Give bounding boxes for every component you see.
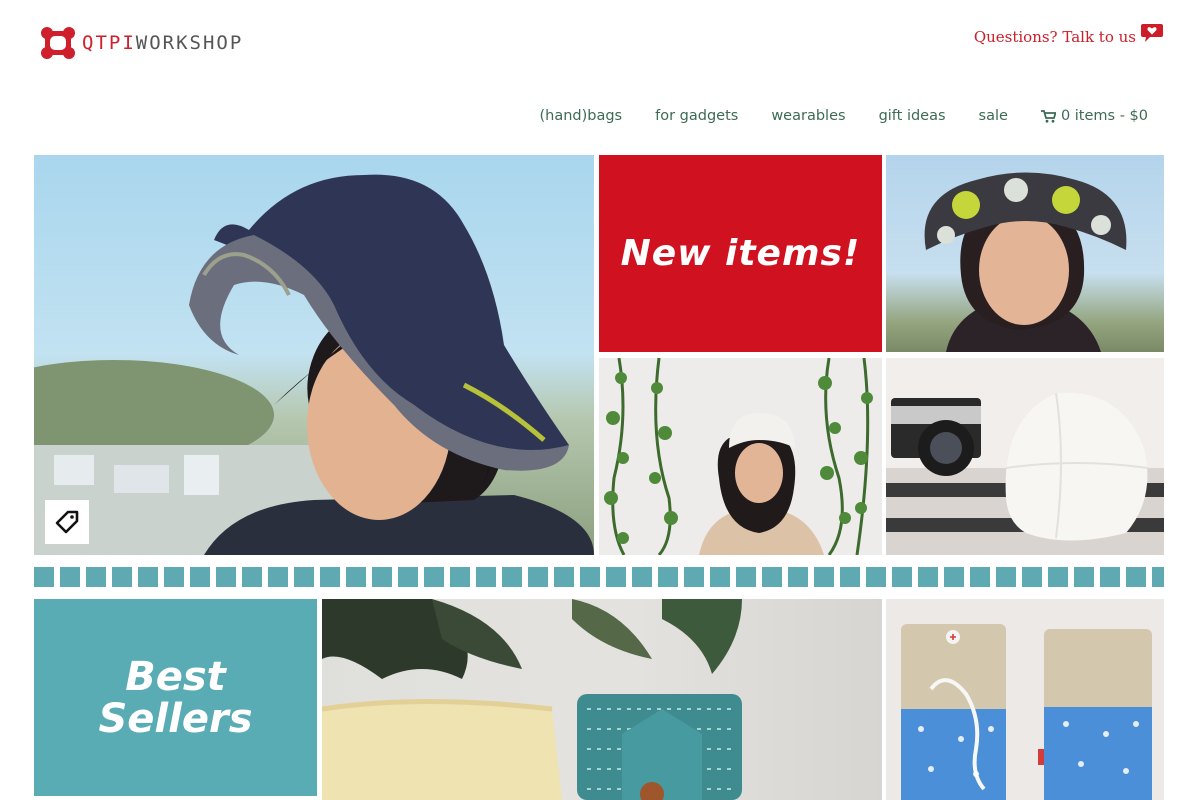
best-sellers-line1: Best [125, 653, 226, 700]
camera-hat-photo[interactable] [886, 358, 1164, 555]
contact-label: Questions? Talk to us [973, 28, 1136, 46]
logo-mark-icon [41, 27, 75, 59]
cart-icon [1040, 109, 1056, 123]
best-sellers-promo[interactable]: Best Sellers [34, 599, 317, 796]
ivy-wall-illustration [604, 358, 873, 555]
phone-sleeves-photo[interactable] [886, 599, 1164, 800]
cart-summary: 0 items - $0 [1060, 108, 1148, 124]
ivy-wall-photo[interactable] [599, 358, 882, 555]
tag-icon [55, 510, 79, 534]
main-nav: (hand)bags for gadgets wearables gift id… [506, 108, 1148, 124]
nav-handbags[interactable]: (hand)bags [539, 108, 622, 124]
patterned-hat-illustration [924, 172, 1127, 352]
new-items-label: New items! [620, 233, 861, 274]
nav-sale[interactable]: sale [979, 108, 1008, 124]
camera-hat-illustration [886, 392, 1164, 555]
best-sellers-line2: Sellers [98, 695, 253, 742]
cart-link[interactable]: 0 items - $0 [1040, 108, 1148, 124]
nav-gift-ideas[interactable]: gift ideas [879, 108, 946, 124]
hero-photo-illustration [34, 174, 594, 555]
nav-wearables[interactable]: wearables [771, 108, 845, 124]
plant-pouch-illustration [322, 599, 742, 800]
brand-name-rest: WORKSHOP [135, 32, 244, 54]
teal-divider [34, 567, 1164, 587]
speech-heart-icon [1141, 24, 1163, 42]
nav-for-gadgets[interactable]: for gadgets [655, 108, 738, 124]
brand-name-accent: QTPI [82, 32, 136, 54]
contact-link[interactable]: Questions? Talk to us [973, 24, 1164, 46]
hero-photo-hat[interactable] [34, 155, 594, 555]
tag-button[interactable] [45, 500, 89, 544]
plant-pouch-photo[interactable] [322, 599, 882, 800]
brand-logo[interactable]: QTPIWORKSHOP [40, 26, 243, 60]
brand-name: QTPIWORKSHOP [82, 32, 243, 54]
new-items-promo[interactable]: New items! [599, 155, 882, 352]
patterned-hat-photo[interactable] [886, 155, 1164, 352]
phone-sleeves-illustration [901, 624, 1152, 800]
